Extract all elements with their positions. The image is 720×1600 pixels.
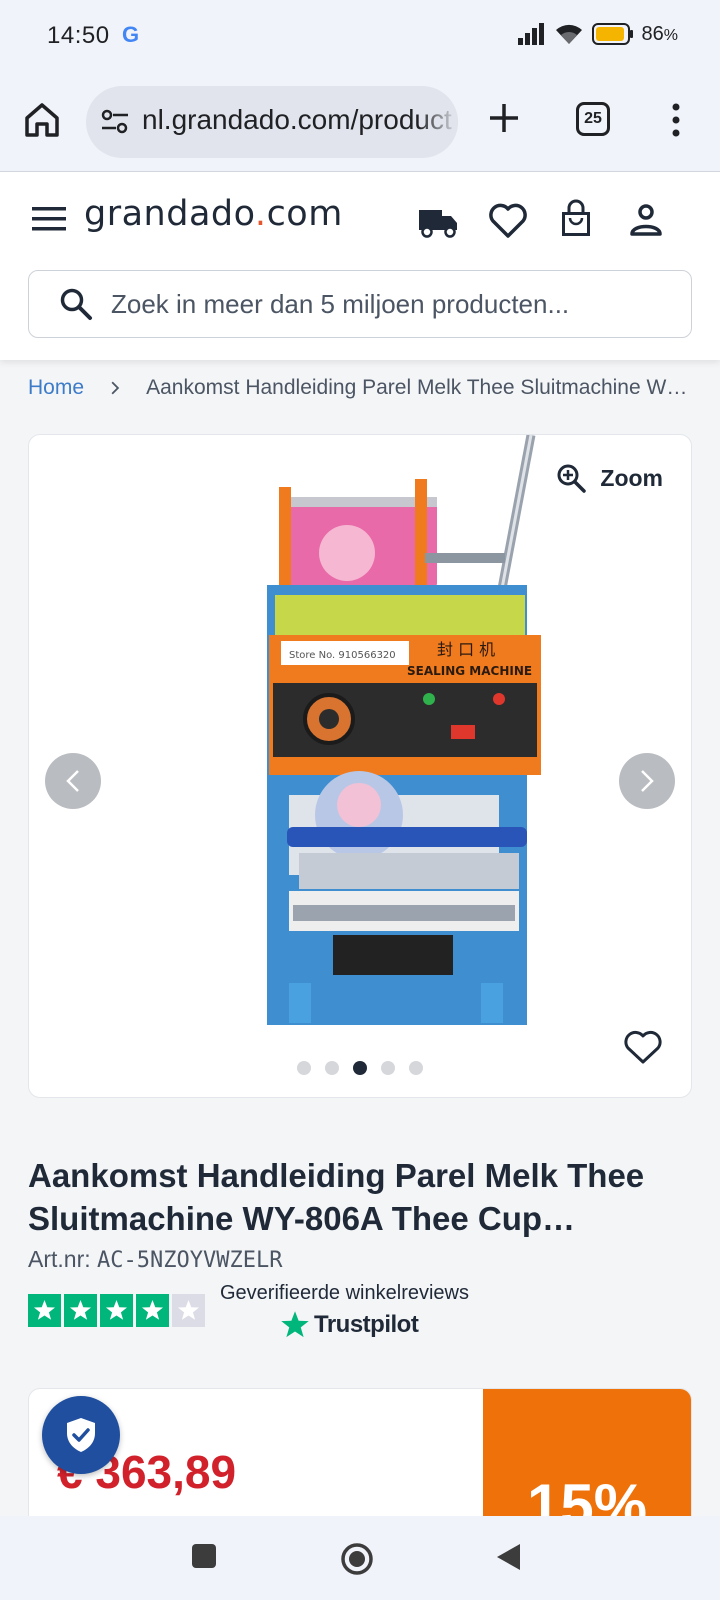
product-title: Aankomst Handleiding Parel Melk Thee Slu… <box>28 1157 645 1237</box>
discount-percent: 15% <box>527 1472 648 1518</box>
url-fade <box>418 86 458 158</box>
recents-square-icon[interactable] <box>190 1542 218 1570</box>
new-tab-icon[interactable] <box>484 98 524 138</box>
status-bar: 14:50 G 86% <box>0 0 720 72</box>
article-number-value: AC-5NZOYVWZELR <box>97 1248 283 1273</box>
tab-switcher-button[interactable]: 25 <box>576 102 610 136</box>
buyer-protection-badge[interactable] <box>42 1396 120 1474</box>
rating-star-icon <box>64 1294 97 1327</box>
battery-icon <box>591 23 633 45</box>
breadcrumb: Home Aankomst Handleiding Parel Melk The… <box>28 372 688 404</box>
gallery-next-button[interactable] <box>619 753 675 809</box>
zoom-label: Zoom <box>600 464 663 491</box>
gallery-dot[interactable] <box>353 1061 367 1075</box>
chevron-right-icon <box>641 770 654 792</box>
product-gallery: Store No. 910566320 封 口 机 SEALING MACHIN… <box>28 434 692 1098</box>
chevron-right-icon <box>111 381 120 395</box>
search-icon[interactable] <box>59 287 93 321</box>
breadcrumb-home-link[interactable]: Home <box>28 376 84 400</box>
status-time: 14:50 <box>47 22 110 49</box>
product-image[interactable]: Store No. 910566320 封 口 机 SEALING MACHIN… <box>229 435 559 1045</box>
google-icon: G <box>122 22 140 47</box>
article-number: Art.nr: AC-5NZOYVWZELR <box>28 1246 283 1273</box>
trustpilot-logo[interactable]: Trustpilot <box>280 1310 419 1340</box>
account-user-icon[interactable] <box>624 198 668 242</box>
wishlist-heart-icon[interactable] <box>486 198 530 242</box>
status-icons: 86% <box>517 22 678 46</box>
shield-check-icon <box>67 1418 95 1452</box>
verified-reviews-text: Geverifieerde winkelreviews <box>220 1282 469 1304</box>
zoom-button[interactable]: Zoom <box>556 463 663 493</box>
rating-star-icon <box>28 1294 61 1327</box>
site-header: grandado.com <box>0 172 720 360</box>
rating-star-icon <box>172 1294 205 1327</box>
home-icon[interactable] <box>22 100 62 140</box>
site-logo[interactable]: grandado.com <box>84 194 343 234</box>
browser-toolbar: nl.grandado.com/product 25 <box>0 72 720 172</box>
gallery-prev-button[interactable] <box>45 753 101 809</box>
gallery-dot[interactable] <box>381 1061 395 1075</box>
home-circle-icon[interactable] <box>340 1542 374 1576</box>
more-options-icon[interactable] <box>664 100 688 140</box>
back-triangle-icon[interactable] <box>494 1542 522 1572</box>
search-box[interactable] <box>28 270 692 338</box>
breadcrumb-current: Aankomst Handleiding Parel Melk Thee Slu… <box>146 376 688 399</box>
svg-text:Store No. 910566320: Store No. 910566320 <box>289 650 396 661</box>
discount-badge: 15% <box>483 1389 691 1518</box>
svg-text:封 口 机: 封 口 机 <box>437 640 495 659</box>
trustpilot-star-icon <box>281 1311 309 1338</box>
trustpilot-rating-stars[interactable] <box>28 1294 205 1327</box>
search-input[interactable] <box>111 271 671 337</box>
zoom-in-icon <box>557 464 587 493</box>
url-bar[interactable]: nl.grandado.com/product <box>86 86 458 158</box>
signal-icon <box>517 23 544 45</box>
delivery-truck-icon[interactable] <box>416 198 460 242</box>
gallery-pagination-dots <box>29 1061 691 1075</box>
gallery-dot[interactable] <box>297 1061 311 1075</box>
price-card: € 363,89 15% <box>28 1388 692 1518</box>
site-settings-icon[interactable] <box>100 108 130 136</box>
battery-percent: 86% <box>641 22 678 45</box>
wifi-icon <box>555 24 582 44</box>
rating-star-icon <box>136 1294 169 1327</box>
gallery-dot[interactable] <box>325 1061 339 1075</box>
chevron-left-icon <box>66 770 79 792</box>
rating-star-icon <box>100 1294 133 1327</box>
url-text[interactable]: nl.grandado.com/product <box>142 104 452 136</box>
system-navigation-bar <box>0 1516 720 1600</box>
gallery-dot[interactable] <box>409 1061 423 1075</box>
hamburger-menu-icon[interactable] <box>32 204 66 234</box>
shopping-bag-icon[interactable] <box>554 198 598 242</box>
add-to-wishlist-heart-icon[interactable] <box>623 1029 663 1065</box>
svg-text:SEALING MACHINE: SEALING MACHINE <box>407 664 532 678</box>
